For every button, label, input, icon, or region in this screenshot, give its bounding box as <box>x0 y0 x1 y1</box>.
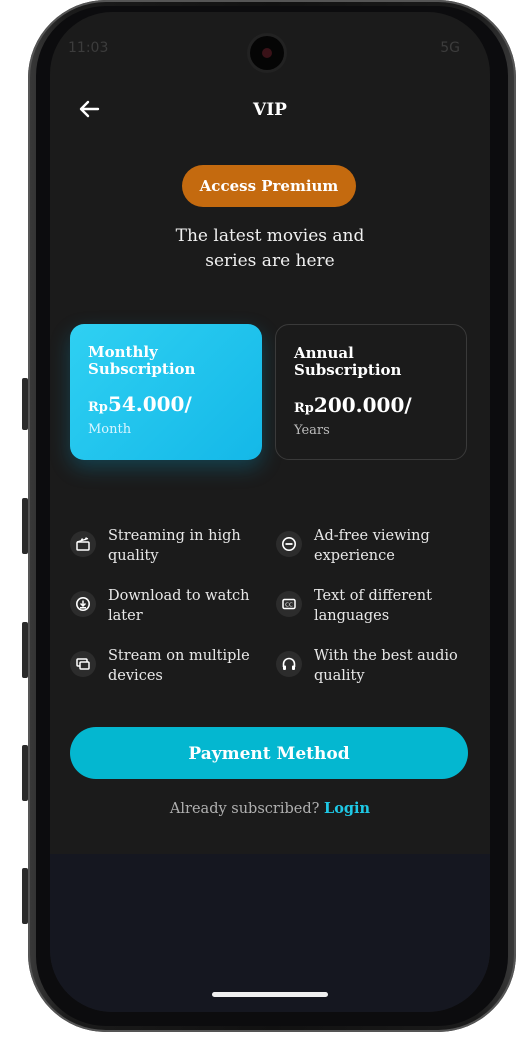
feature-text: Text of different languages <box>314 588 432 624</box>
plan-currency: Rp <box>88 400 108 415</box>
plan-currency: Rp <box>294 401 314 416</box>
front-camera <box>250 36 284 70</box>
screen: 11:03 5G VIP Access Premium The latest m… <box>50 12 490 1012</box>
tagline-line-1: The latest movies and <box>175 226 365 246</box>
multi-device-icon <box>70 651 96 677</box>
plan-period: Years <box>294 423 330 438</box>
side-button <box>22 498 28 554</box>
plan-name: Monthly Subscription <box>88 343 196 378</box>
side-button <box>22 378 28 430</box>
plan-amount: 54.000/ <box>107 392 192 416</box>
plan-period: Month <box>88 422 132 437</box>
headphones-icon <box>276 651 302 677</box>
feature-text: Ad-free viewing experience <box>314 528 430 564</box>
plan-price: Rp200.000/ <box>294 393 448 417</box>
feature-text: Streaming in high quality <box>108 528 241 564</box>
login-prompt: Already subscribed? Login <box>50 800 490 817</box>
feature-text: Download to watch later <box>108 588 250 624</box>
clapperboard-icon <box>70 531 96 557</box>
tagline-line-2: series are here <box>205 251 335 271</box>
already-subscribed-text: Already subscribed? <box>169 801 320 817</box>
svg-text:CC: CC <box>285 603 293 609</box>
plan-card-annual[interactable]: Annual Subscription Rp200.000/ Years <box>275 324 467 460</box>
home-indicator[interactable] <box>212 992 328 997</box>
side-button <box>22 622 28 678</box>
plan-amount: 200.000/ <box>313 393 412 417</box>
plan-card-monthly[interactable]: Monthly Subscription Rp54.000/ Month <box>70 324 262 460</box>
download-icon <box>70 591 96 617</box>
subtitles-icon: CC <box>276 591 302 617</box>
header: VIP <box>50 98 490 128</box>
access-premium-badge: Access Premium <box>182 165 356 207</box>
tagline: The latest movies and series are here <box>130 224 410 274</box>
status-time: 11:03 <box>68 40 109 56</box>
side-button <box>22 868 28 924</box>
login-link[interactable]: Login <box>324 800 370 817</box>
status-network: 5G <box>440 40 460 56</box>
plan-price: Rp54.000/ <box>88 392 244 416</box>
feature-text: Stream on multiple devices <box>108 648 250 684</box>
side-button <box>22 745 28 801</box>
no-ads-icon <box>276 531 302 557</box>
page-title: VIP <box>253 100 287 120</box>
bottom-area <box>50 854 490 1012</box>
feature-text: With the best audio quality <box>314 648 458 684</box>
payment-method-button[interactable]: Payment Method <box>70 727 468 779</box>
plan-name: Annual Subscription <box>294 344 402 379</box>
